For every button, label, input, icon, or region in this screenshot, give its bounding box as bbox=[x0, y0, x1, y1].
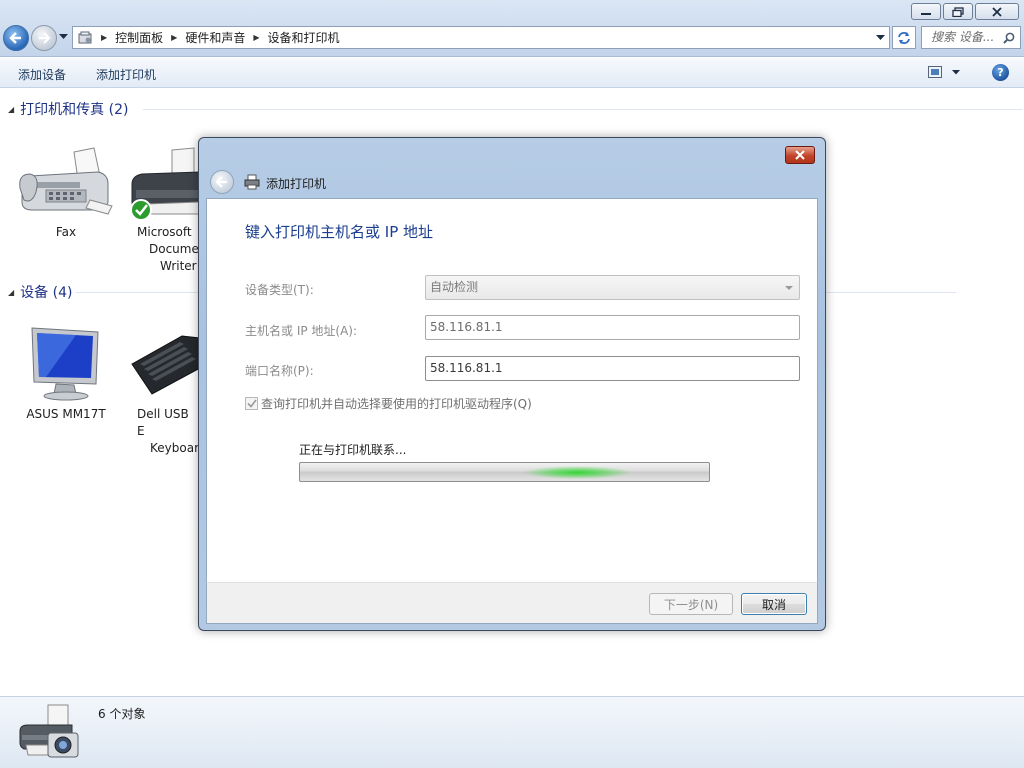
device-dell-usb-keyboard[interactable]: Dell USB E Keyboar bbox=[128, 322, 200, 457]
forward-button[interactable] bbox=[31, 25, 57, 51]
progress-label: 正在与打印机联系... bbox=[299, 443, 407, 457]
refresh-icon bbox=[898, 31, 910, 44]
arrow-right-icon bbox=[39, 32, 51, 44]
group-title-devices: 设备 (4) bbox=[20, 285, 73, 301]
device-microsoft-xps-writer[interactable]: Microsoft Docume Writer bbox=[128, 140, 200, 275]
breadcrumb-separator: ▶ bbox=[253, 33, 260, 42]
group-header-printers[interactable]: ◢ 打印机和传真 (2) bbox=[8, 99, 1023, 119]
next-button[interactable]: 下一步(N) bbox=[649, 593, 733, 615]
details-pane: 6 个对象 bbox=[0, 696, 1024, 768]
search-icon bbox=[1003, 32, 1015, 44]
monitor-icon bbox=[16, 322, 116, 406]
view-icon bbox=[928, 66, 942, 78]
port-name-value: 58.116.81.1 bbox=[430, 361, 503, 375]
address-bar[interactable]: ▶ 控制面板 ▶ 硬件和声音 ▶ 设备和打印机 bbox=[72, 26, 890, 49]
arrow-left-icon bbox=[215, 176, 227, 188]
collapse-triangle-icon: ◢ bbox=[8, 104, 15, 114]
default-check-badge bbox=[130, 199, 152, 221]
device-asus-monitor[interactable]: ASUS MM17T bbox=[16, 322, 116, 423]
breadcrumb-hardware-sound[interactable]: 硬件和声音 bbox=[185, 29, 245, 46]
device-label-line3: Writer bbox=[160, 259, 197, 273]
printer-icon bbox=[244, 174, 260, 190]
dialog-content: 键入打印机主机名或 IP 地址 设备类型(T): 自动检测 主机名或 IP 地址… bbox=[206, 198, 818, 582]
dialog-back-button[interactable] bbox=[210, 170, 234, 194]
device-label-line1: Microsoft bbox=[137, 225, 192, 239]
add-printer-dialog: 添加打印机 键入打印机主机名或 IP 地址 设备类型(T): 自动检测 主机名或… bbox=[198, 137, 826, 631]
add-printer-button[interactable]: 添加打印机 bbox=[96, 66, 156, 83]
search-input[interactable]: 搜索 设备... bbox=[921, 26, 1021, 49]
back-button[interactable] bbox=[3, 25, 29, 51]
refresh-button[interactable] bbox=[892, 26, 916, 49]
add-device-button[interactable]: 添加设备 bbox=[18, 66, 66, 83]
port-name-input[interactable]: 58.116.81.1 bbox=[425, 356, 800, 381]
breadcrumb-separator: ▶ bbox=[171, 33, 178, 42]
device-type-select[interactable]: 自动检测 bbox=[425, 275, 800, 300]
minimize-button[interactable] bbox=[911, 3, 941, 20]
hostname-label: 主机名或 IP 地址(A): bbox=[245, 324, 358, 338]
dialog-title: 添加打印机 bbox=[266, 177, 327, 191]
group-divider bbox=[143, 109, 1023, 110]
object-count: 6 个对象 bbox=[98, 707, 146, 721]
progress-bar bbox=[299, 462, 710, 482]
group-header-devices[interactable]: ◢ 设备 (4) bbox=[8, 282, 956, 302]
breadcrumb-devices-printers[interactable]: 设备和打印机 bbox=[268, 29, 340, 46]
close-button[interactable] bbox=[975, 3, 1019, 20]
close-icon bbox=[992, 6, 1002, 17]
fax-icon bbox=[16, 140, 116, 224]
collapse-triangle-icon: ◢ bbox=[8, 287, 15, 297]
recent-pages-dropdown-icon[interactable] bbox=[59, 34, 68, 40]
device-label-line1: Dell USB E bbox=[137, 407, 189, 438]
device-fax[interactable]: Fax bbox=[16, 140, 116, 241]
dialog-heading: 键入打印机主机名或 IP 地址 bbox=[245, 223, 434, 241]
device-label: Fax bbox=[55, 225, 77, 239]
window-controls bbox=[911, 3, 1019, 20]
restore-icon bbox=[952, 6, 964, 17]
dialog-footer: 下一步(N) 取消 bbox=[206, 582, 818, 624]
printer-icon bbox=[128, 140, 200, 224]
device-label-line2: Keyboar bbox=[150, 441, 200, 455]
search-placeholder: 搜索 设备... bbox=[931, 30, 995, 44]
query-printer-label: 查询打印机并自动选择要使用的打印机驱动程序(Q) bbox=[261, 397, 532, 411]
close-icon bbox=[795, 150, 805, 160]
help-button[interactable]: ? bbox=[992, 64, 1009, 81]
breadcrumb-separator: ▶ bbox=[101, 33, 108, 42]
minimize-icon bbox=[921, 12, 931, 15]
dialog-close-button[interactable] bbox=[785, 146, 815, 164]
help-icon: ? bbox=[997, 66, 1004, 79]
device-label-line2: Docume bbox=[149, 242, 199, 256]
title-bar: ▶ 控制面板 ▶ 硬件和声音 ▶ 设备和打印机 搜索 设备... bbox=[0, 0, 1024, 57]
hostname-value: 58.116.81.1 bbox=[430, 320, 503, 334]
query-printer-checkbox[interactable]: 查询打印机并自动选择要使用的打印机驱动程序(Q) bbox=[245, 395, 532, 412]
device-label: ASUS MM17T bbox=[26, 407, 106, 421]
arrow-left-icon bbox=[9, 32, 21, 44]
change-view-button[interactable] bbox=[928, 66, 960, 78]
cancel-button[interactable]: 取消 bbox=[741, 593, 807, 615]
check-icon bbox=[246, 399, 257, 408]
progress-glow bbox=[522, 466, 632, 479]
address-dropdown-icon[interactable] bbox=[876, 35, 885, 41]
chevron-down-icon bbox=[785, 286, 793, 290]
device-type-label: 设备类型(T): bbox=[245, 283, 314, 297]
group-title-printers: 打印机和传真 (2) bbox=[20, 102, 129, 118]
printer-camera-icon bbox=[19, 704, 79, 758]
hostname-input[interactable]: 58.116.81.1 bbox=[425, 315, 800, 340]
keyboard-icon bbox=[128, 322, 200, 406]
restore-button[interactable] bbox=[943, 3, 973, 20]
port-name-label: 端口名称(P): bbox=[245, 364, 314, 378]
breadcrumb-control-panel[interactable]: 控制面板 bbox=[115, 29, 163, 46]
device-type-value: 自动检测 bbox=[430, 280, 479, 294]
chevron-down-icon bbox=[952, 69, 960, 74]
control-panel-icon bbox=[78, 31, 92, 43]
checkbox-box bbox=[245, 397, 258, 410]
